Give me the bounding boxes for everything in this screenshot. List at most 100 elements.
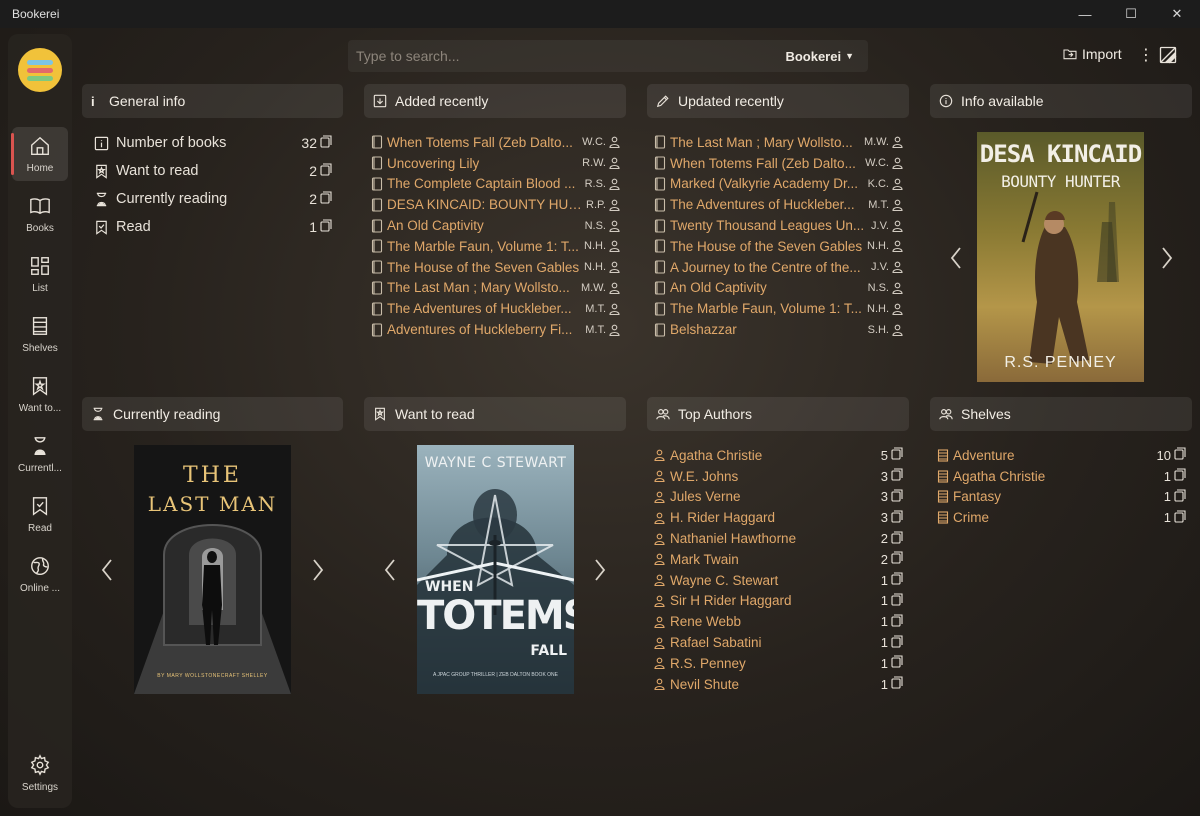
stat-count: 32 <box>301 135 317 151</box>
more-options-icon[interactable]: ⋮ <box>1138 45 1154 65</box>
book-cover-desa-kincaid[interactable]: DESA KINCAID BOUNTY HUNTER R.S. PENNEY <box>977 132 1144 382</box>
shelf-list-item[interactable]: Crime 1 <box>937 507 1186 528</box>
author-list-item[interactable]: H. Rider Haggard 3 <box>654 507 903 528</box>
cover-subtitle: BOUNTY HUNTER <box>1001 172 1120 191</box>
next-chevron-icon[interactable] <box>308 555 328 585</box>
user-icon <box>889 240 903 253</box>
shelf-book-count: 1 <box>1163 510 1171 526</box>
book-list-item[interactable]: The Complete Captain Blood ... R.S. <box>371 174 620 195</box>
book-list-item[interactable]: The House of the Seven Gables N.H. <box>371 257 620 278</box>
sidebar-item-online[interactable]: Online ... <box>12 547 68 601</box>
maximize-button[interactable]: ☐ <box>1108 0 1154 28</box>
author-list-item[interactable]: Wayne C. Stewart 1 <box>654 570 903 591</box>
author-book-count: 1 <box>880 614 888 630</box>
shelf-list-item[interactable]: Agatha Christie 1 <box>937 466 1186 487</box>
add-box-icon <box>373 94 387 108</box>
previous-chevron-icon[interactable] <box>380 555 400 585</box>
book-icon <box>371 302 387 316</box>
library-label: Bookerei <box>785 48 842 64</box>
book-icon <box>654 323 670 337</box>
bookmark-check-icon <box>32 496 48 516</box>
search-input[interactable] <box>348 48 786 64</box>
book-list-item[interactable]: Adventures of Huckleberry Fi... M.T. <box>371 319 620 340</box>
book-list-item[interactable]: The Adventures of Huckleber... M.T. <box>654 194 903 215</box>
book-list-item[interactable]: The Last Man ; Mary Wollsto... M.W. <box>371 278 620 299</box>
book-icon <box>371 156 387 170</box>
next-chevron-icon[interactable] <box>1157 243 1177 273</box>
author-list-item[interactable]: Mark Twain 2 <box>654 549 903 570</box>
author-list-item[interactable]: Nevil Shute 1 <box>654 674 903 695</box>
book-title: When Totems Fall (Zeb Dalto... <box>387 134 573 150</box>
book-list-item[interactable]: The Marble Faun, Volume 1: T... N.H. <box>371 236 620 257</box>
edit-theme-icon[interactable] <box>1158 45 1178 70</box>
grid-icon <box>31 256 49 275</box>
book-list-item[interactable]: Belshazzar S.H. <box>654 319 903 340</box>
user-icon <box>606 178 620 190</box>
stat-row-read[interactable]: Read 1 <box>94 213 332 241</box>
user-icon <box>889 178 903 190</box>
sidebar-item-settings[interactable]: Settings <box>12 746 68 800</box>
globe-icon <box>31 556 49 575</box>
book-icon <box>371 260 387 274</box>
folder-import-icon <box>1063 49 1077 60</box>
book-list-item[interactable]: DESA KINCAID: BOUNTY HUN... R.P. <box>371 194 620 215</box>
author-name: Sir H Rider Haggard <box>670 593 792 609</box>
book-list-item[interactable]: The Last Man ; Mary Wollsto... M.W. <box>654 132 903 153</box>
shelf-name: Adventure <box>953 447 1015 463</box>
author-list-item[interactable]: W.E. Johns 3 <box>654 466 903 487</box>
book-list-item[interactable]: The House of the Seven Gables N.H. <box>654 236 903 257</box>
author-list-item[interactable]: Rene Webb 1 <box>654 611 903 632</box>
sidebar-item-home[interactable]: Home <box>11 127 68 181</box>
book-list-item[interactable]: A Journey to the Centre of the... J.V. <box>654 257 903 278</box>
author-list-item[interactable]: Nathaniel Hawthorne 2 <box>654 528 903 549</box>
book-title: The House of the Seven Gables <box>387 259 580 275</box>
book-list-item[interactable]: The Adventures of Huckleber... M.T. <box>371 298 620 319</box>
sidebar-item-want-to-read[interactable]: Want to... <box>12 367 68 421</box>
book-list-item[interactable]: When Totems Fall (Zeb Dalto... W.C. <box>654 153 903 174</box>
library-dropdown[interactable]: Bookerei ▼ <box>785 49 868 64</box>
author-book-count: 1 <box>880 676 888 692</box>
author-book-count: 1 <box>880 655 888 671</box>
author-list-item[interactable]: Jules Verne 3 <box>654 487 903 508</box>
previous-chevron-icon[interactable] <box>946 243 966 273</box>
added-recently-list: When Totems Fall (Zeb Dalto... W.C. Uncove… <box>371 132 620 340</box>
general-info-list: Number of books 32 Want to read 2 Curren… <box>94 129 332 241</box>
user-icon <box>889 136 903 149</box>
author-list-item[interactable]: Sir H Rider Haggard 1 <box>654 591 903 612</box>
next-chevron-icon[interactable] <box>590 555 610 585</box>
sidebar-item-books[interactable]: Books <box>12 187 68 241</box>
sidebar-item-list[interactable]: List <box>12 247 68 301</box>
previous-chevron-icon[interactable] <box>97 555 117 585</box>
shelf-list-item[interactable]: Fantasy 1 <box>937 487 1186 508</box>
book-list-item[interactable]: An Old Captivity N.S. <box>371 215 620 236</box>
stat-row-want-to-read[interactable]: Want to read 2 <box>94 157 332 185</box>
sidebar-item-shelves[interactable]: Shelves <box>12 307 68 361</box>
book-list-item[interactable]: When Totems Fall (Zeb Dalto... W.C. <box>371 132 620 153</box>
book-list-item[interactable]: An Old Captivity N.S. <box>654 278 903 299</box>
book-list-item[interactable]: The Marble Faun, Volume 1: T... N.H. <box>654 298 903 319</box>
pencil-icon <box>656 95 669 108</box>
book-cover-when-totems-fall[interactable]: WAYNE C STEWART WHEN TOTEMS FALL A JPAC … <box>417 445 574 694</box>
book-cover-the-last-man[interactable]: THE LAST MAN BY MARY WOLLSTONECRAFT SHEL… <box>134 445 291 694</box>
sidebar-item-currently-reading[interactable]: Currentl... <box>12 427 68 481</box>
shelf-list-item[interactable]: Adventure 10 <box>937 445 1186 466</box>
sidebar-item-read[interactable]: Read <box>12 487 68 541</box>
shelf-name: Crime <box>953 510 989 526</box>
close-button[interactable]: ✕ <box>1154 0 1200 28</box>
panel-title: Info available <box>961 93 1044 109</box>
import-button[interactable]: Import <box>1062 46 1122 62</box>
author-list-item[interactable]: R.S. Penney 1 <box>654 653 903 674</box>
stat-row-number-of-books[interactable]: Number of books 32 <box>94 129 332 157</box>
author-initials: M.W. <box>863 136 889 149</box>
minimize-button[interactable]: — <box>1062 0 1108 28</box>
stat-count: 1 <box>309 219 317 235</box>
author-list-item[interactable]: Rafael Sabatini 1 <box>654 632 903 653</box>
book-list-item[interactable]: Uncovering Lily R.W. <box>371 153 620 174</box>
author-list-item[interactable]: Agatha Christie 5 <box>654 445 903 466</box>
user-icon <box>654 595 670 607</box>
book-list-item[interactable]: Marked (Valkyrie Academy Dr... K.C. <box>654 174 903 195</box>
stat-row-currently-reading[interactable]: Currently reading 2 <box>94 185 332 213</box>
title-bar: Bookerei — ☐ ✕ <box>0 0 1200 28</box>
user-icon <box>654 449 670 462</box>
book-list-item[interactable]: Twenty Thousand Leagues Un... J.V. <box>654 215 903 236</box>
